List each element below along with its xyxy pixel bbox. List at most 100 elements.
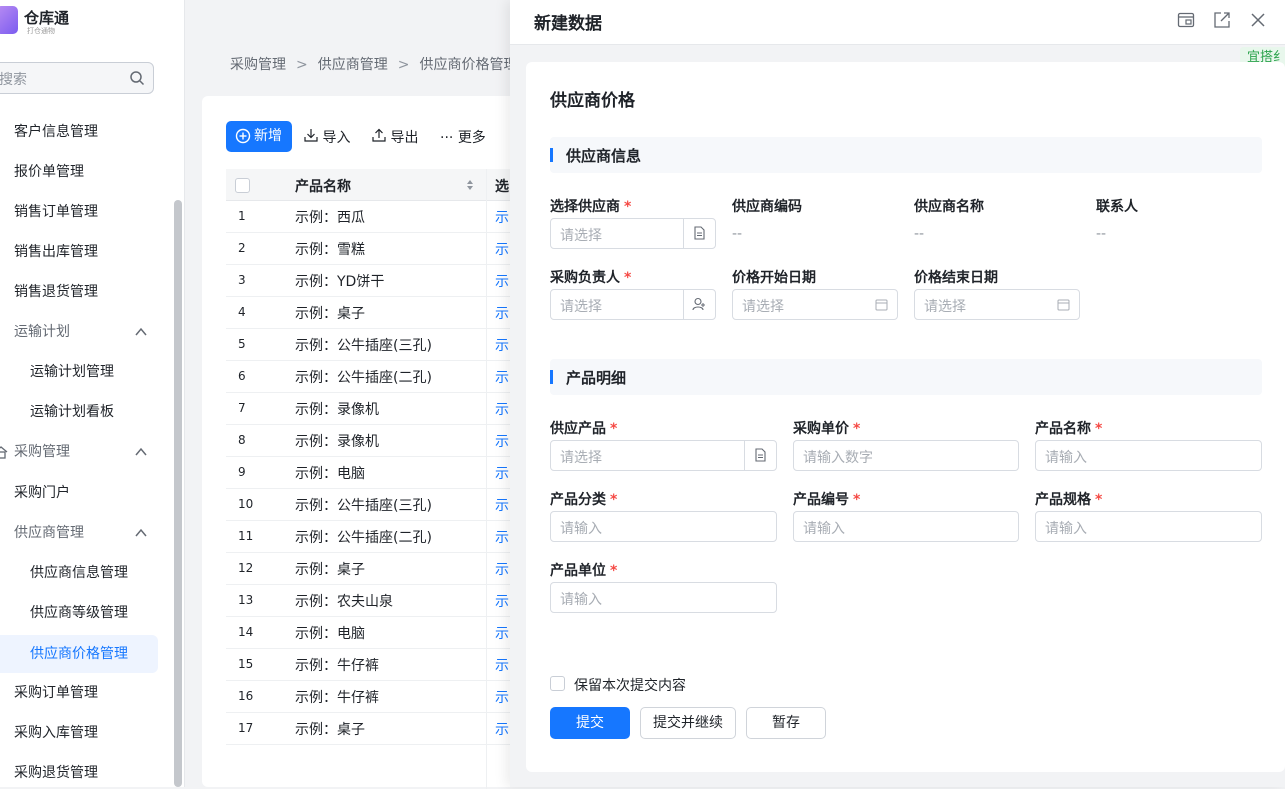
sidebar-item-supplier-level[interactable]: 供应商等级管理 [0, 594, 158, 632]
supplier-link-cell[interactable]: 示 [495, 367, 509, 387]
more-button[interactable]: ··· 更多 [440, 127, 486, 147]
table-row[interactable]: 4 示例：桌子 示 [226, 297, 516, 329]
product-code-input[interactable]: 请输入 [793, 511, 1019, 542]
sidebar-item-supplier-info[interactable]: 供应商信息管理 [0, 554, 158, 592]
table-row[interactable]: 7 示例：录像机 示 [226, 393, 516, 425]
sidebar-item-transport-plan[interactable]: 运输计划管理 [0, 353, 158, 391]
supplier-link-cell[interactable]: 示 [495, 591, 509, 611]
table-row[interactable]: 12 示例：桌子 示 [226, 553, 516, 585]
open-external-icon[interactable] [1213, 11, 1231, 29]
table-row[interactable]: 13 示例：农夫山泉 示 [226, 585, 516, 617]
supplier-link-cell[interactable]: 示 [495, 719, 509, 739]
product-name-cell: 示例：YD饼干 [295, 274, 385, 290]
product-name-cell: 示例：牛仔裤 [295, 658, 379, 674]
supplier-select[interactable]: 请选择 [550, 218, 716, 249]
supplier-link-cell[interactable]: 示 [495, 271, 509, 291]
start-date-picker[interactable]: 请选择 [732, 289, 898, 320]
sidebar-item-label: 供应商价格管理 [30, 646, 128, 662]
breadcrumb-item[interactable]: 供应商价格管理 [419, 57, 517, 73]
new-button[interactable]: 新增 [226, 121, 292, 152]
supplier-link-cell[interactable]: 示 [495, 559, 509, 579]
sort-icon[interactable] [466, 179, 474, 191]
sidebar-item-customer-info[interactable]: 客户信息管理 [0, 113, 158, 151]
sidebar-group-supplier[interactable]: 供应商管理 [0, 514, 158, 552]
upload-icon [372, 128, 386, 142]
select-all-checkbox[interactable] [235, 178, 250, 193]
sidebar-group-transport[interactable]: 运输计划 [0, 313, 158, 351]
table-row[interactable]: 8 示例：录像机 示 [226, 425, 516, 457]
chevron-up-icon [135, 528, 147, 537]
save-draft-button[interactable]: 暂存 [746, 707, 826, 739]
close-icon[interactable] [1249, 11, 1267, 29]
supplier-link-cell[interactable]: 示 [495, 623, 509, 643]
table-row[interactable]: 9 示例：电脑 示 [226, 457, 516, 489]
column-header-supplier[interactable]: 选 [495, 176, 509, 196]
table-row[interactable]: 5 示例：公牛插座(三孔) 示 [226, 329, 516, 361]
sidebar-group-purchase[interactable]: 采购管理 [0, 433, 158, 471]
buyer-select[interactable]: 请选择 [550, 289, 716, 320]
supplier-link-cell[interactable]: 示 [495, 495, 509, 515]
sidebar-item-transport-board[interactable]: 运输计划看板 [0, 393, 158, 431]
breadcrumb-item[interactable]: 采购管理 [230, 57, 286, 73]
select-suffix[interactable] [744, 441, 776, 470]
sidebar-scrollbar[interactable] [174, 200, 182, 787]
select-suffix[interactable] [683, 219, 715, 248]
placeholder: 请输入 [803, 521, 845, 537]
submit-continue-button[interactable]: 提交并继续 [640, 707, 736, 739]
supplier-link-cell[interactable]: 示 [495, 207, 509, 227]
supplier-name-value: -- [914, 226, 925, 242]
select-suffix[interactable] [683, 290, 715, 319]
unit-price-input[interactable]: 请输入数字 [793, 440, 1019, 471]
export-button[interactable]: 导出 [372, 127, 418, 147]
sidebar-item-sales-outbound[interactable]: 销售出库管理 [0, 233, 158, 271]
breadcrumb-item[interactable]: 供应商管理 [318, 57, 388, 73]
sidebar-item-purchase-order[interactable]: 采购订单管理 [0, 674, 158, 712]
sidebar-item-purchase-portal[interactable]: 采购门户 [0, 474, 158, 512]
import-button[interactable]: 导入 [304, 127, 350, 147]
sidebar-item-sales-order[interactable]: 销售订单管理 [0, 193, 158, 231]
supplier-link-cell[interactable]: 示 [495, 303, 509, 323]
sidebar-item-supplier-price[interactable]: 供应商价格管理 [0, 635, 158, 673]
sidebar-search-input[interactable]: 搜索 [0, 62, 154, 94]
product-name-cell: 示例：公牛插座(二孔) [295, 530, 432, 546]
label-supplier-code: 供应商编码 [732, 199, 802, 215]
spec-input[interactable]: 请输入 [1035, 511, 1262, 542]
checkbox-label: 保留本次提交内容 [574, 678, 686, 694]
category-input[interactable]: 请输入 [550, 511, 777, 542]
product-name-input[interactable]: 请输入 [1035, 440, 1262, 471]
column-header-product-name[interactable]: 产品名称 [295, 176, 351, 196]
checkbox-box[interactable] [550, 676, 565, 691]
supplier-link-cell[interactable]: 示 [495, 687, 509, 707]
sidebar-item-purchase-return[interactable]: 采购退货管理 [0, 754, 158, 787]
supplier-link-cell[interactable]: 示 [495, 239, 509, 259]
table-row[interactable]: 11 示例：公牛插座(二孔) 示 [226, 521, 516, 553]
sidebar-item-purchase-inbound[interactable]: 采购入库管理 [0, 714, 158, 752]
table-row[interactable]: 15 示例：牛仔裤 示 [226, 649, 516, 681]
window-icon[interactable] [1177, 11, 1195, 29]
required-mark: * [610, 563, 618, 579]
supplier-link-cell[interactable]: 示 [495, 527, 509, 547]
supplier-link-cell[interactable]: 示 [495, 399, 509, 419]
supplier-link-cell[interactable]: 示 [495, 655, 509, 675]
sidebar-item-quotation[interactable]: 报价单管理 [0, 153, 158, 191]
document-icon [694, 226, 705, 240]
sidebar-item-sales-return[interactable]: 销售退货管理 [0, 273, 158, 311]
table-row[interactable]: 1 示例：西瓜 示 [226, 201, 516, 233]
submit-button[interactable]: 提交 [550, 707, 630, 739]
new-button-label: 新增 [254, 128, 282, 144]
table-row[interactable]: 3 示例：YD饼干 示 [226, 265, 516, 297]
sidebar-item-label: 报价单管理 [14, 164, 84, 180]
supplier-link-cell[interactable]: 示 [495, 335, 509, 355]
table-row[interactable]: 2 示例：雪糕 示 [226, 233, 516, 265]
table-row[interactable]: 16 示例：牛仔裤 示 [226, 681, 516, 713]
table-row[interactable]: 14 示例：电脑 示 [226, 617, 516, 649]
table-row[interactable]: 10 示例：公牛插座(三孔) 示 [226, 489, 516, 521]
product-select[interactable]: 请选择 [550, 440, 777, 471]
table-row[interactable]: 6 示例：公牛插座(二孔) 示 [226, 361, 516, 393]
unit-input[interactable]: 请输入 [550, 582, 777, 613]
supplier-link-cell[interactable]: 示 [495, 431, 509, 451]
supplier-link-cell[interactable]: 示 [495, 463, 509, 483]
sidebar-item-label: 运输计划看板 [30, 404, 114, 420]
table-row[interactable]: 17 示例：桌子 示 [226, 713, 516, 745]
end-date-picker[interactable]: 请选择 [914, 289, 1080, 320]
